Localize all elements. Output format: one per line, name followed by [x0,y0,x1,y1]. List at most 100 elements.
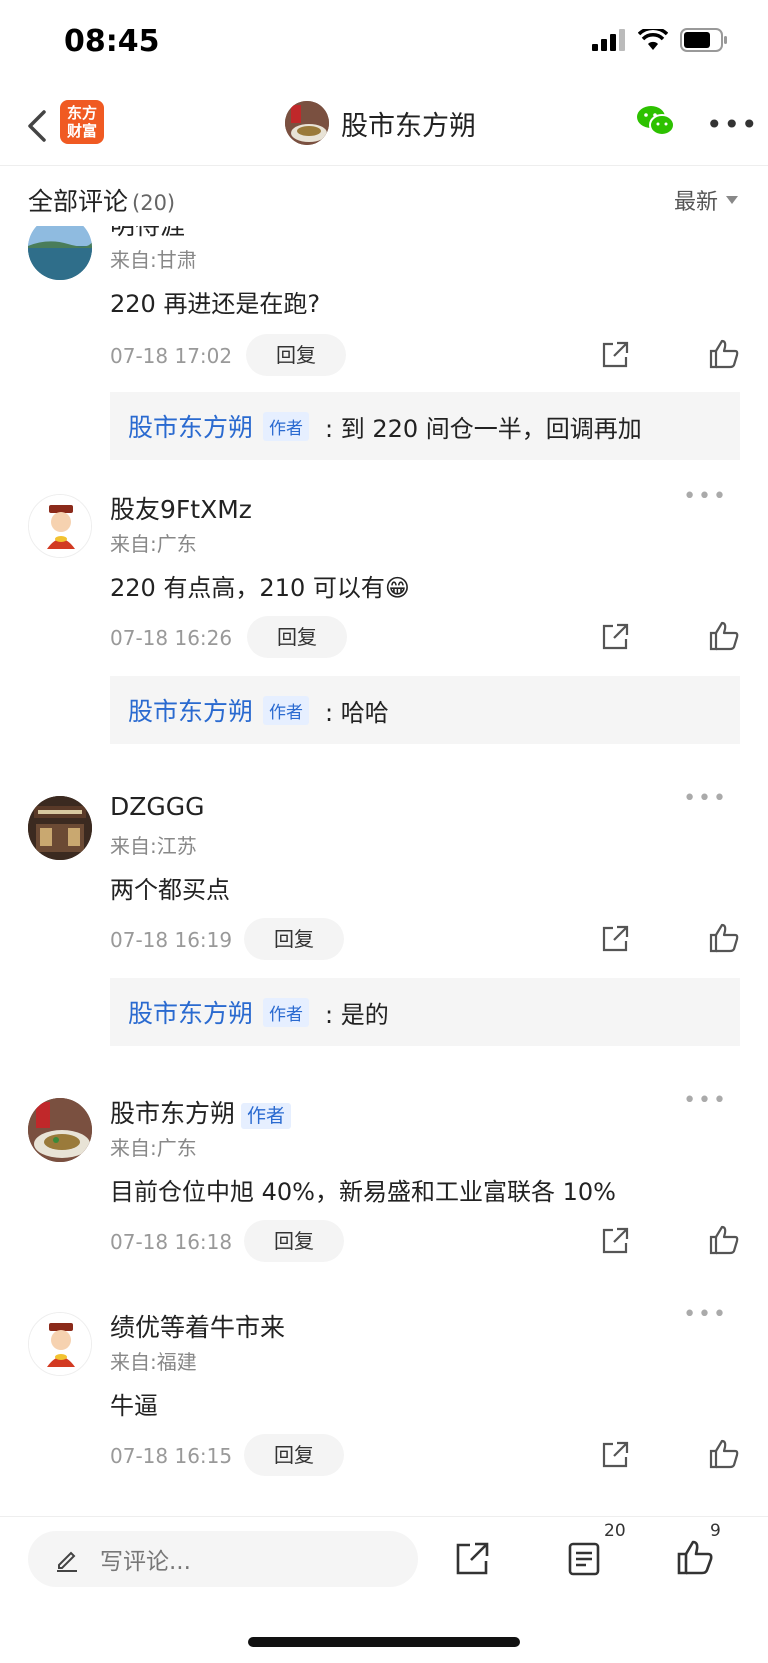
share-icon[interactable] [600,1440,630,1470]
thumbs-up-icon[interactable] [676,1539,714,1577]
pencil-icon [57,1551,77,1572]
nav-title-group[interactable]: 股市东方朔 [285,101,476,145]
thumbs-up-icon[interactable] [708,338,740,370]
nav-bar: 东方财富 股市东方朔 ••• [0,88,768,166]
author-reply[interactable]: 股市东方朔 作者 : 到 220 间仓一半，回调再加 [110,392,740,460]
sort-label: 最新 [673,190,718,215]
comment-item: 股市东方朔 作者 来自:广东 ••• 目前仓位中旭 40%，新易盛和工业富联各 1… [0,1088,768,1274]
comment-time: 07-18 16:19 [110,928,233,952]
nav-avatar[interactable] [285,101,329,145]
comments-list-button[interactable] [566,1541,602,1577]
thumbs-up-icon[interactable] [708,1438,740,1470]
reply-button[interactable]: 回复 [246,334,346,376]
comment-item: 绩优等着牛市来 来自:福建 ••• 牛逼 07-18 16:15 回复 [0,1302,768,1508]
author-tag-badge: 作者 [263,695,310,725]
user-location: 来自:福建 [110,1350,197,1374]
status-time: 08:45 [64,24,160,59]
thumbs-up-icon[interactable] [708,922,740,954]
wechat-share-icon[interactable] [636,104,676,138]
write-comment-placeholder: 写评论... [100,1549,191,1575]
share-icon[interactable] [600,340,630,370]
user-avatar[interactable] [28,226,92,280]
user-avatar[interactable] [28,796,92,860]
username[interactable]: 股市东方朔 [110,1099,235,1128]
comment-item: 股友9FtXMz 来自:广东 ••• 220 有点高，210 可以有😁 07-1… [0,484,768,750]
user-location: 来自:甘肃 [110,248,197,272]
more-menu-icon[interactable]: ••• [706,108,759,141]
comment-time: 07-18 16:26 [110,626,233,650]
reply-author-name[interactable]: 股市东方朔 [128,692,253,728]
reply-text: : 到 220 间仓一半，回调再加 [325,414,642,443]
comment-text: 220 有点高，210 可以有😁 [110,568,410,603]
reply-author-name[interactable]: 股市东方朔 [128,408,253,444]
signal-icon [592,29,625,51]
status-icons [592,28,728,52]
battery-icon [680,28,727,52]
comment-more-icon[interactable]: ••• [683,1088,728,1113]
comments-title: 全部评论 (20) [28,182,175,218]
sort-dropdown[interactable]: 最新 [674,184,738,216]
storefront-avatar-image [28,796,92,860]
status-bar: 08:45 [0,0,768,84]
username[interactable]: 明待涯 [110,226,185,242]
user-avatar[interactable] [28,1312,92,1376]
user-location: 来自:广东 [110,1136,197,1160]
author-reply[interactable]: 股市东方朔 作者 : 是的 [110,978,740,1046]
comment-text: 220 再进还是在跑? [110,290,321,318]
caret-down-icon [726,196,738,204]
user-avatar[interactable] [28,494,92,558]
comment-item: DZGGG 来自:江苏 ••• 两个都买点 07-18 16:19 回复 股市东… [0,786,768,1052]
fortune-god-avatar-image [29,1313,91,1375]
comment-item: 明待涯 来自:甘肃 ••• 220 再进还是在跑? 07-18 17:02 回复… [0,226,768,466]
username[interactable]: 绩优等着牛市来 [110,1308,285,1344]
page-title: 股市东方朔 [341,110,476,142]
sea-avatar-image [28,226,92,280]
reply-button[interactable]: 回复 [244,918,344,960]
username[interactable]: DZGGG [110,792,205,821]
comment-more-icon[interactable]: ••• [683,484,728,509]
comment-list[interactable]: 明待涯 来自:甘肃 ••• 220 再进还是在跑? 07-18 17:02 回复… [0,226,768,1516]
reply-text: : 是的 [325,1000,389,1029]
comments-title-text: 全部评论 [28,187,129,216]
user-avatar[interactable] [28,1098,92,1162]
like-count-badge: 9 [710,1521,721,1541]
comment-text-content: 220 有点高，210 可以有 [110,574,385,602]
wifi-icon [638,29,668,50]
author-tag-badge: 作者 [263,997,310,1027]
username[interactable]: 股友9FtXMz [110,490,252,526]
comment-more-icon[interactable]: ••• [683,1302,728,1327]
comment-text: 两个都买点 [110,876,230,904]
back-icon[interactable] [22,104,52,148]
username-row: 股市东方朔 作者 [110,1094,299,1130]
author-reply[interactable]: 股市东方朔 作者 : 哈哈 [110,676,740,744]
reply-text: : 哈哈 [325,698,389,727]
reply-button[interactable]: 回复 [244,1434,344,1476]
share-icon[interactable] [600,924,630,954]
comment-time: 07-18 16:15 [110,1444,233,1468]
comment-text: 牛逼 [110,1392,158,1420]
home-indicator [248,1637,520,1647]
write-comment-input[interactable]: 写评论... [28,1531,418,1587]
reply-button[interactable]: 回复 [247,616,347,658]
comment-text: 目前仓位中旭 40%，新易盛和工业富联各 10% [110,1178,616,1206]
share-icon[interactable] [600,622,630,652]
app-logo[interactable]: 东方财富 [60,100,104,144]
thumbs-up-icon[interactable] [708,620,740,652]
user-location: 来自:江苏 [110,834,197,858]
share-icon[interactable] [454,1541,490,1577]
comments-count: (20) [132,191,176,215]
fortune-god-avatar-image [29,495,91,557]
author-tag-badge: 作者 [263,411,310,441]
comment-time: 07-18 17:02 [110,344,233,368]
comment-time: 07-18 16:18 [110,1230,233,1254]
food-avatar-image [285,101,329,145]
reply-button[interactable]: 回复 [244,1220,344,1262]
comment-more-icon[interactable]: ••• [683,786,728,811]
grin-emoji-icon: 😁 [384,574,410,602]
share-icon[interactable] [600,1226,630,1256]
comment-count-badge: 20 [604,1521,626,1541]
author-tag-badge: 作者 [241,1103,292,1129]
user-location: 来自:广东 [110,532,197,556]
reply-author-name[interactable]: 股市东方朔 [128,994,253,1030]
thumbs-up-icon[interactable] [708,1224,740,1256]
